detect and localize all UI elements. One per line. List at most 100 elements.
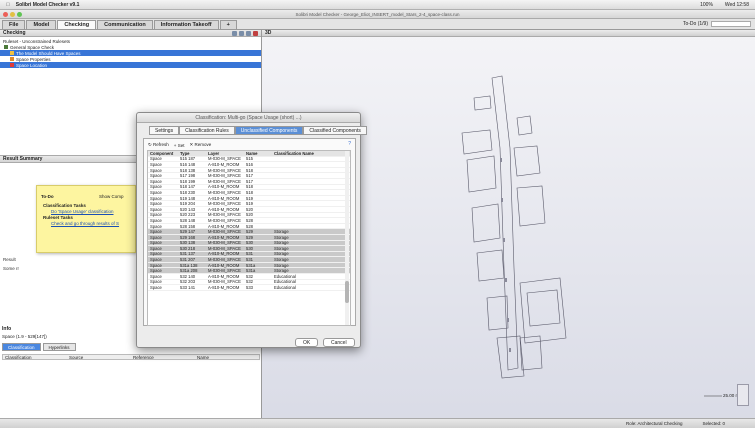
add-tab-button[interactable]: + [219,20,237,29]
refresh-button[interactable]: ↻ Refresh [148,142,169,148]
component-cell: Space [150,262,162,268]
set-button[interactable]: + Set [174,143,185,148]
table-cell: M-030-M_SPACE [208,217,241,223]
column-header[interactable]: Classification [3,355,67,360]
scrollbar-thumb[interactable] [345,281,349,303]
tab-unclassified-components[interactable]: Unclassified Components [234,126,304,135]
rule-icon [10,57,14,61]
table-cell: 516 [246,161,253,167]
table-cell: 531 207 [180,257,196,263]
3d-view-header: 3D [262,30,755,37]
column-header[interactable]: Type [180,151,208,156]
battery-status[interactable]: 100% [700,2,713,8]
tab-classification[interactable]: Classification [2,343,41,351]
todo-count-label[interactable]: To-Do (1/9) [683,21,708,27]
tab-file[interactable]: File [2,20,26,29]
table-cell: M-030-M_SPACE [208,167,241,173]
component-cell: Space [150,279,162,285]
table-cell: 529 147 [180,229,196,235]
todo-selector: To-Do (1/9) [683,21,755,27]
table-cell: 531 [246,251,253,257]
component-cell: Space [150,201,162,207]
tab-model[interactable]: Model [26,20,57,29]
tab-hyperlinks[interactable]: Hyperlinks [42,343,76,351]
table-cell: 532 [246,279,253,285]
table-row[interactable]: Space 533 141 A-810-M_ROOM 533 Educational [148,285,350,291]
app-name[interactable]: Solibri Model Checker v9.1 [16,2,80,8]
table-cell: 516 148 [180,161,196,167]
column-header[interactable]: Classification Name [274,151,320,156]
tab-communication[interactable]: Communication [97,20,153,29]
column-header[interactable]: Layer [208,151,246,156]
stop-icon[interactable] [253,30,258,36]
table-cell: M-030-M_SPACE [208,240,241,246]
component-cell: Space [150,161,162,167]
table-cell: 528 158 [180,223,196,229]
table-cell: Storage [274,268,289,274]
table-cell: 518 138 [180,167,196,173]
check-results-task-link[interactable]: Check and go through results of S [51,221,119,226]
tab-classification-rules[interactable]: Classification Rules [179,126,235,135]
remove-button[interactable]: ✕ Remove [189,142,211,148]
table-cell: Educational [274,279,296,285]
clock[interactable]: Wed 12:58 [725,2,749,8]
selected-count: Selected: 0 [702,421,725,426]
table-cell: 532 140 [180,273,196,279]
table-cell: Storage [274,229,289,235]
classification-tasks-header: Classification Tasks [43,203,86,208]
component-cell: Space [150,234,162,240]
column-header[interactable]: Source [67,355,131,360]
table-cell: Storage [274,245,289,251]
table-cell: 518 [246,189,253,195]
space-usage-task-link[interactable]: Do 'Space Usage' classification [51,209,114,214]
table-cell: 518 230 [180,189,196,195]
todo-search-input[interactable] [711,21,751,27]
info-tabs: Classification Hyperlinks [2,343,76,351]
tree-item-space-location[interactable]: Space Location [0,62,261,68]
todo-note: To-Do Show Comp Classification Tasks Do … [36,185,136,253]
column-header[interactable]: Name [246,151,274,156]
column-header[interactable]: Name [195,355,259,360]
table-cell: 529 [246,229,253,235]
apple-icon[interactable]:  [6,2,10,8]
tab-checking[interactable]: Checking [57,20,97,29]
tab-settings[interactable]: Settings [149,126,180,135]
component-cell: Space [150,195,162,201]
help-icon[interactable]: ? [348,141,351,147]
table-cell: 518 [246,167,253,173]
rule-icon [10,51,14,55]
table-cell: 533 [246,285,253,291]
dialog-toolbar: ↻ Refresh + Set ✕ Remove [148,142,211,148]
cancel-button[interactable]: Cancel [323,338,355,347]
check-icon[interactable] [232,30,237,36]
navigation-cube-icon[interactable] [737,384,749,406]
table-cell: 530 [246,240,253,246]
component-cell: Space [150,189,162,195]
tab-classified-components[interactable]: Classified Components [303,126,367,135]
info-title: Info [2,326,12,332]
3d-view-title: 3D [265,30,272,36]
table-cell: Storage [274,251,289,257]
table-cell: 520 143 [180,206,196,212]
column-header[interactable]: Component [148,151,180,156]
column-header[interactable]: Reference [131,355,195,360]
tab-information-takeoff[interactable]: Information Takeoff [153,20,219,29]
settings-icon[interactable] [246,30,251,36]
show-comp-link[interactable]: Show Comp [99,194,124,199]
some-label: Some rr [3,266,20,271]
report-icon[interactable] [239,30,244,36]
rule-icon [10,63,14,67]
table-cell: Storage [274,240,289,246]
result-summary-title: Result Summary [3,156,43,162]
ok-button[interactable]: OK [295,338,319,347]
table-body: Space 515 187 M-030-M_SPACE 515 Space 516 148… [148,156,350,291]
dialog-tabs: Settings Classification Rules Unclassifi… [149,126,367,135]
table-cell: M-030-M_SPACE [208,189,241,195]
table-cell: 528 [246,223,253,229]
tree-item-label: The Model Should Have Spaces [16,50,81,56]
table-cell: 519 [246,195,253,201]
table-cell: 530 138 [180,240,196,246]
component-cell: Space [150,217,162,223]
checking-toolbar [232,30,261,36]
component-cell: Space [150,223,162,229]
